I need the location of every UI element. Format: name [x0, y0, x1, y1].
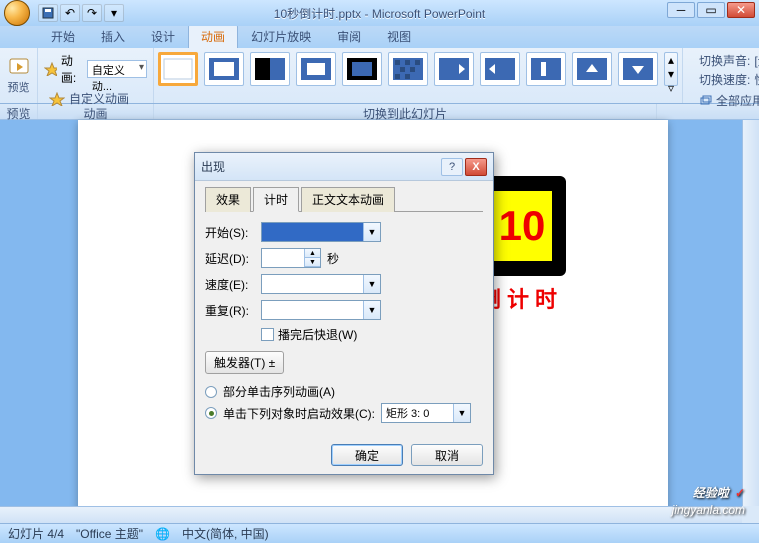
transition-8[interactable]	[480, 52, 520, 86]
status-theme: "Office 主题"	[76, 525, 143, 542]
trigger-object-combo[interactable]: 矩形 3: 0 ▼	[381, 403, 471, 423]
ribbon-group-preview: 预览	[0, 48, 38, 103]
speed-label: 速度(E):	[205, 276, 255, 293]
transition-7[interactable]	[434, 52, 474, 86]
tab-insert[interactable]: 插入	[88, 24, 138, 48]
dialog-close-button[interactable]: X	[465, 158, 487, 176]
transition-3[interactable]	[250, 52, 290, 86]
office-orb[interactable]	[4, 0, 30, 26]
transition-6[interactable]	[388, 52, 428, 86]
band-preview: 预览	[0, 104, 38, 119]
window-title: 10秒倒计时.pptx - Microsoft PowerPoint	[274, 5, 485, 22]
chevron-down-icon: ▼	[453, 404, 470, 422]
transition-10[interactable]	[572, 52, 612, 86]
appear-dialog: 出现 ? X 效果 计时 正文文本动画 开始(S): ▼ 延迟(D): ▲▼ 秒…	[194, 152, 494, 475]
dialog-titlebar[interactable]: 出现 ? X	[195, 153, 493, 181]
delay-label: 延迟(D):	[205, 250, 255, 267]
status-lang-icon: 🌐	[155, 527, 170, 541]
speed-combo[interactable]: ▼	[261, 274, 381, 294]
ribbon-group-animation: 动画: 自定义动... 自定义动画	[38, 48, 154, 103]
tab-home[interactable]: 开始	[38, 24, 88, 48]
chevron-down-icon: ▼	[363, 223, 380, 241]
tab-view[interactable]: 视图	[374, 24, 424, 48]
custom-anim-icon	[49, 92, 65, 106]
ribbon-group-transopts: 切换声音:[无声音 切换速度:快速 全部应用	[683, 48, 759, 103]
status-lang: 中文(简体, 中国)	[182, 525, 269, 542]
countdown-inner: 10	[492, 191, 552, 261]
star-icon	[44, 62, 57, 76]
window-max-button[interactable]: ▭	[697, 2, 725, 18]
delay-unit: 秒	[327, 250, 339, 267]
start-label: 开始(S):	[205, 224, 255, 241]
countdown-number: 10	[499, 202, 546, 250]
dialog-title: 出现	[201, 158, 441, 175]
cancel-button[interactable]: 取消	[411, 444, 483, 466]
qat-save[interactable]	[38, 4, 58, 22]
dialog-tabs: 效果 计时 正文文本动画	[205, 187, 483, 212]
qat-redo[interactable]: ↷	[82, 4, 102, 22]
animation-dropdown[interactable]: 自定义动...	[87, 60, 147, 78]
dialog-tab-timing[interactable]: 计时	[253, 187, 299, 212]
trigger-button[interactable]: 触发器(T) ±	[205, 351, 284, 374]
sound-dropdown[interactable]: [无声音	[754, 52, 759, 69]
transition-4[interactable]	[296, 52, 336, 86]
start-combo[interactable]: ▼	[261, 222, 381, 242]
status-slide: 幻灯片 4/4	[8, 525, 64, 542]
window-close-button[interactable]: ✕	[727, 2, 755, 18]
tab-design[interactable]: 设计	[138, 24, 188, 48]
chevron-down-icon: ▼	[363, 301, 380, 319]
anim-label: 动画:	[61, 52, 83, 86]
transition-9[interactable]	[526, 52, 566, 86]
transition-5[interactable]	[342, 52, 382, 86]
tab-animations[interactable]: 动画	[188, 24, 238, 48]
dialog-tab-text[interactable]: 正文文本动画	[301, 187, 395, 212]
radio-object-label: 单击下列对象时启动效果(C):	[223, 405, 375, 422]
vertical-scrollbar[interactable]	[742, 120, 759, 523]
ribbon-tabs: 开始 插入 设计 动画 幻灯片放映 审阅 视图	[0, 26, 759, 48]
tab-review[interactable]: 审阅	[324, 24, 374, 48]
radio-sequence[interactable]	[205, 386, 217, 398]
chevron-down-icon: ▼	[363, 275, 380, 293]
statusbar: 幻灯片 4/4 "Office 主题" 🌐 中文(简体, 中国)	[0, 523, 759, 543]
ribbon: 预览 动画: 自定义动... 自定义动画 ▴▾▿	[0, 48, 759, 104]
window-min-button[interactable]: ─	[667, 2, 695, 18]
dialog-help-button[interactable]: ?	[441, 158, 463, 176]
dialog-tab-effect[interactable]: 效果	[205, 187, 251, 212]
speed-dropdown[interactable]: 快速	[754, 71, 759, 88]
transition-gallery: ▴▾▿	[154, 48, 682, 90]
preview-button[interactable]: 预览	[5, 54, 33, 98]
transition-11[interactable]	[618, 52, 658, 86]
preview-icon	[8, 57, 30, 77]
radio-object[interactable]	[205, 407, 217, 419]
delay-spinner[interactable]: ▲▼	[261, 248, 321, 268]
radio-sequence-label: 部分单击序列动画(A)	[223, 383, 335, 400]
transition-2[interactable]	[204, 52, 244, 86]
ribbon-group-transition: ▴▾▿	[154, 48, 683, 103]
repeat-label: 重复(R):	[205, 302, 255, 319]
qat-dropdown[interactable]: ▾	[104, 4, 124, 22]
qat-undo[interactable]: ↶	[60, 4, 80, 22]
watermark: 经验啦 ✓ jingyanla.com	[672, 477, 745, 517]
horizontal-scrollbar[interactable]	[0, 506, 742, 523]
applyall-icon	[700, 95, 712, 107]
tab-slideshow[interactable]: 幻灯片放映	[238, 24, 324, 48]
rewind-label: 播完后快退(W)	[278, 326, 357, 343]
quick-access-toolbar: ↶ ↷ ▾	[38, 4, 124, 22]
band-trans: 切换到此幻灯片	[154, 104, 657, 119]
rewind-checkbox[interactable]	[261, 328, 274, 341]
apply-all-button[interactable]: 全部应用	[695, 90, 759, 111]
gallery-expand[interactable]: ▴▾▿	[664, 52, 678, 86]
transition-none[interactable]	[158, 52, 198, 86]
repeat-combo[interactable]: ▼	[261, 300, 381, 320]
ok-button[interactable]: 确定	[331, 444, 403, 466]
window-titlebar: ↶ ↷ ▾ 10秒倒计时.pptx - Microsoft PowerPoint…	[0, 0, 759, 26]
